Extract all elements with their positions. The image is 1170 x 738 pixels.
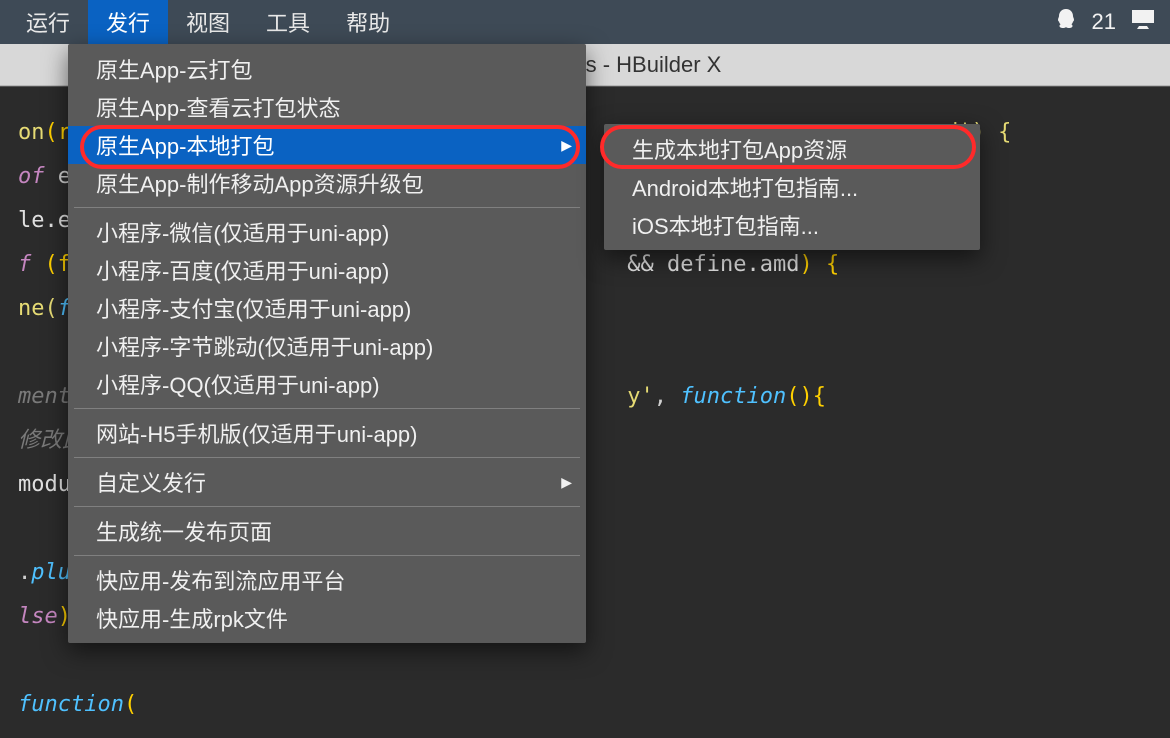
mi-custom-publish[interactable]: 自定义发行 ▶ <box>68 463 586 501</box>
submenu-arrow-icon: ▶ <box>561 137 572 154</box>
menu-run[interactable]: 运行 <box>8 0 88 44</box>
code-token: , <box>654 384 681 409</box>
menu-separator <box>74 506 580 507</box>
mi-mp-baidu[interactable]: 小程序-百度(仅适用于uni-app) <box>68 251 586 289</box>
code-token: lse <box>18 604 58 629</box>
menu-publish[interactable]: 发行 <box>88 0 168 44</box>
code-token: . <box>18 560 31 585</box>
code-token: on <box>18 120 45 145</box>
menu-item-label: 快应用-生成rpk文件 <box>96 602 288 634</box>
code-token: (){ <box>786 384 826 409</box>
menu-item-label: 原生App-制作移动App资源升级包 <box>96 167 424 199</box>
tray-count: 21 <box>1092 9 1116 35</box>
menu-item-label: iOS本地打包指南... <box>632 209 819 241</box>
menu-separator <box>74 408 580 409</box>
menu-item-label: 网站-H5手机版(仅适用于uni-app) <box>96 417 418 449</box>
smi-generate-local-res[interactable]: 生成本地打包App资源 <box>604 130 980 168</box>
qq-icon[interactable] <box>1054 7 1078 37</box>
code-token: ( <box>124 692 137 717</box>
menu-item-label: 快应用-发布到流应用平台 <box>96 564 345 596</box>
mi-unified-page[interactable]: 生成统一发布页面 <box>68 512 586 550</box>
mi-mp-toutiao[interactable]: 小程序-字节跳动(仅适用于uni-app) <box>68 327 586 365</box>
menu-item-label: 小程序-微信(仅适用于uni-app) <box>96 216 389 248</box>
mi-quickapp-rpk[interactable]: 快应用-生成rpk文件 <box>68 599 586 637</box>
code-token: y' <box>627 384 654 409</box>
system-tray: 21 <box>1054 0 1156 44</box>
code-token: ne( <box>18 296 58 321</box>
menu-tools[interactable]: 工具 <box>248 0 328 44</box>
mi-native-local-package[interactable]: 原生App-本地打包 ▶ <box>68 126 586 164</box>
smi-ios-guide[interactable]: iOS本地打包指南... <box>604 206 980 244</box>
menu-item-label: 自定义发行 <box>96 466 206 498</box>
code-token: f <box>18 252 45 277</box>
code-token: plu <box>31 560 71 585</box>
mi-quickapp-publish[interactable]: 快应用-发布到流应用平台 <box>68 561 586 599</box>
menu-item-label: 原生App-云打包 <box>96 53 252 85</box>
mi-native-upgrade-pack[interactable]: 原生App-制作移动App资源升级包 <box>68 164 586 202</box>
menu-item-label: 小程序-QQ(仅适用于uni-app) <box>96 368 380 400</box>
mi-native-cloud-package[interactable]: 原生App-云打包 <box>68 50 586 88</box>
menu-item-label: Android本地打包指南... <box>632 171 858 203</box>
code-token: function <box>18 692 124 717</box>
mi-native-check-status[interactable]: 原生App-查看云打包状态 <box>68 88 586 126</box>
code-token: ment <box>18 384 71 409</box>
smi-android-guide[interactable]: Android本地打包指南... <box>604 168 980 206</box>
menu-item-label: 生成本地打包App资源 <box>632 133 847 165</box>
app-menubar: 运行 发行 视图 工具 帮助 21 <box>0 0 1170 44</box>
publish-dropdown-menu: 原生App-云打包 原生App-查看云打包状态 原生App-本地打包 ▶ 原生A… <box>68 44 586 643</box>
code-token: && define.amd <box>627 252 799 277</box>
mi-mp-qq[interactable]: 小程序-QQ(仅适用于uni-app) <box>68 365 586 403</box>
mi-mp-alipay[interactable]: 小程序-支付宝(仅适用于uni-app) <box>68 289 586 327</box>
menu-view[interactable]: 视图 <box>168 0 248 44</box>
submenu-arrow-icon: ▶ <box>561 474 572 491</box>
mi-h5-mobile[interactable]: 网站-H5手机版(仅适用于uni-app) <box>68 414 586 452</box>
menu-item-label: 原生App-查看云打包状态 <box>96 91 340 123</box>
menu-item-label: 原生App-本地打包 <box>96 129 274 161</box>
code-token: modu <box>18 472 71 497</box>
menu-item-label: 生成统一发布页面 <box>96 515 272 547</box>
menu-separator <box>74 457 580 458</box>
code-token: function <box>680 384 786 409</box>
local-package-submenu: 生成本地打包App资源 Android本地打包指南... iOS本地打包指南..… <box>604 124 980 250</box>
code-token: of <box>18 164 45 189</box>
menu-item-label: 小程序-支付宝(仅适用于uni-app) <box>96 292 411 324</box>
mi-mp-wechat[interactable]: 小程序-微信(仅适用于uni-app) <box>68 213 586 251</box>
menu-item-label: 小程序-字节跳动(仅适用于uni-app) <box>96 330 433 362</box>
menu-separator <box>74 207 580 208</box>
code-token: le.e <box>18 208 71 233</box>
code-token: ) { <box>799 252 839 277</box>
menu-item-label: 小程序-百度(仅适用于uni-app) <box>96 254 389 286</box>
menu-separator <box>74 555 580 556</box>
menu-help[interactable]: 帮助 <box>328 0 408 44</box>
monitor-icon[interactable] <box>1130 8 1156 36</box>
